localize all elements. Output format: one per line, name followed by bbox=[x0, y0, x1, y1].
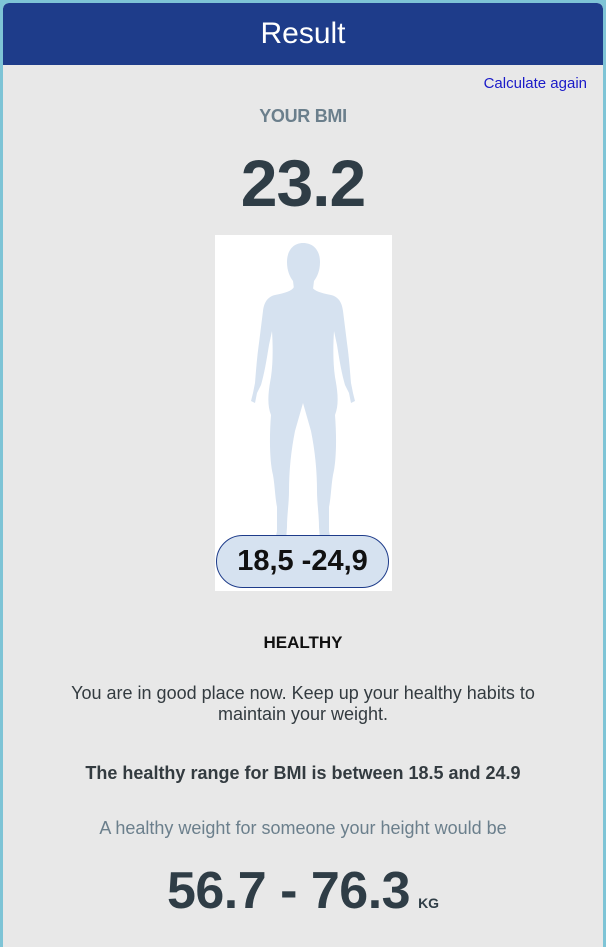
result-message: You are in good place now. Keep up your … bbox=[71, 683, 535, 724]
weight-unit: KG bbox=[418, 895, 440, 911]
result-card: Result Calculate again YOUR BMI 23.2 18,… bbox=[3, 3, 603, 947]
body-figure-panel: 18,5 -24,9 bbox=[215, 235, 392, 591]
calculate-again-link[interactable]: Calculate again bbox=[484, 75, 587, 92]
header-title: Result bbox=[260, 17, 346, 50]
bmi-status: HEALTHY bbox=[263, 633, 343, 652]
bmi-range-badge: 18,5 -24,9 bbox=[216, 535, 389, 588]
healthy-weight-intro: A healthy weight for someone your height… bbox=[99, 818, 507, 838]
healthy-weight-range: 56.7 - 76.3 KG bbox=[3, 861, 603, 921]
bmi-value: 23.2 bbox=[240, 146, 366, 220]
bmi-label: YOUR BMI bbox=[259, 106, 347, 126]
healthy-weight-value: 56.7 - 76.3 bbox=[166, 862, 411, 920]
healthy-range-text: The healthy range for BMI is between 18.… bbox=[85, 763, 521, 783]
result-header: Result bbox=[3, 3, 603, 65]
